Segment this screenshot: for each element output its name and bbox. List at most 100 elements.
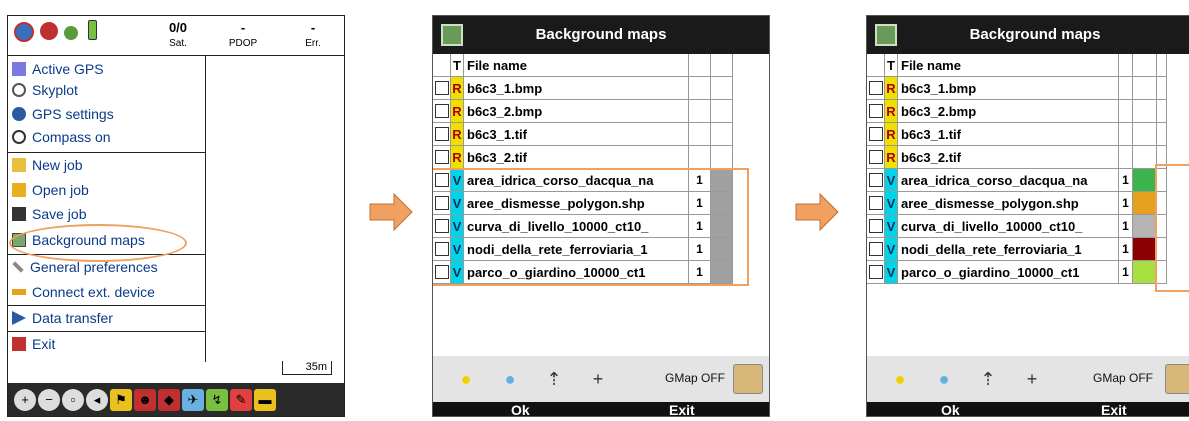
flag-icon[interactable]: ⚑ [110,388,132,411]
layer-index: 1 [1119,192,1133,215]
table-header: T File name [433,54,769,77]
gmap-icon[interactable] [733,364,763,394]
layer-checkbox[interactable] [867,77,885,100]
layer-checkbox[interactable] [433,146,451,169]
checkbox-box[interactable] [868,219,883,233]
menu-item-save-job[interactable]: Save job [12,204,204,224]
attach-up-icon[interactable]: ⇡ [543,367,565,391]
dialog-titlebar: Background maps [433,16,769,54]
table-row[interactable]: Vcurva_di_livello_10000_ct10_ 1 [867,215,1189,238]
gmap-icon[interactable] [1165,364,1189,394]
table-row[interactable]: Rb6c3_1.bmp [433,77,769,100]
zoom-prev-icon[interactable]: ◂ [86,388,108,411]
menu-item-active-gps[interactable]: Active GPS [12,59,204,79]
layer-checkbox[interactable] [867,238,885,261]
table-row[interactable]: Rb6c3_1.tif [433,123,769,146]
globe-icon [12,107,26,121]
gmap-toggle-label[interactable]: GMap OFF [1093,371,1153,385]
bulb-off-icon[interactable]: ● [933,367,955,391]
menu-item-open-job[interactable]: Open job [12,180,204,200]
edit-icon[interactable]: ✎ [230,388,252,411]
menu-item-skyplot[interactable]: Skyplot [12,80,204,100]
ruler-icon[interactable]: ▬ [254,388,276,411]
checkbox-box[interactable] [868,242,883,256]
exit-button[interactable]: Exit [1101,402,1127,416]
gmap-toggle-label[interactable]: GMap OFF [665,371,725,385]
ok-button[interactable]: Ok [511,402,530,416]
zoom-area-icon[interactable]: ▫ [62,388,84,411]
people-icon[interactable]: ☻ [134,388,156,411]
table-row[interactable]: Rb6c3_2.bmp [433,100,769,123]
menu-item-connect-device[interactable]: Connect ext. device [12,282,204,302]
wrench-icon [12,261,24,273]
checkbox-box[interactable] [434,104,449,118]
checkbox-box[interactable] [434,127,449,141]
layer-checkbox[interactable] [867,169,885,192]
exit-button[interactable]: Exit [669,402,695,416]
table-row[interactable]: Rb6c3_1.tif [867,123,1189,146]
layer-index [1119,123,1133,146]
menu-item-data-transfer[interactable]: Data transfer [12,308,204,328]
bulb-off-icon[interactable]: ● [499,367,521,391]
checkbox-box[interactable] [868,150,883,164]
layer-color-swatch[interactable] [1133,100,1157,123]
layer-color-swatch[interactable] [1133,192,1157,215]
checkbox-box[interactable] [868,173,883,187]
table-row[interactable]: Varee_dismesse_polygon.shp 1 [867,192,1189,215]
checkbox-box[interactable] [868,127,883,141]
layer-index: 1 [1119,261,1133,284]
layer-checkbox[interactable] [867,261,885,284]
gps-status-bar: 0/0 Sat. - PDOP - Err. [8,16,344,56]
table-row[interactable]: Rb6c3_2.tif [433,146,769,169]
layer-checkbox[interactable] [867,215,885,238]
layer-index [689,146,711,169]
layer-checkbox[interactable] [867,100,885,123]
menu-item-gps-settings[interactable]: GPS settings [12,104,204,124]
layer-file-name: b6c3_1.bmp [898,77,1119,100]
table-row[interactable]: Vnodi_della_rete_ferroviaria_1 1 [867,238,1189,261]
layer-checkbox[interactable] [433,123,451,146]
table-row[interactable]: Vparco_o_giardino_10000_ct1 1 [867,261,1189,284]
table-row[interactable]: Rb6c3_2.bmp [867,100,1189,123]
attach-add-icon[interactable]: + [587,367,609,391]
attach-add-icon[interactable]: + [1021,367,1043,391]
skyplot-icon [12,83,26,97]
layer-color-swatch[interactable] [1133,215,1157,238]
layer-color-swatch[interactable] [1133,238,1157,261]
route-icon[interactable]: ↯ [206,388,228,411]
bulb-on-icon[interactable]: ● [889,367,911,391]
pin-icon[interactable]: ✈ [182,388,204,411]
attach-up-icon[interactable]: ⇡ [977,367,999,391]
zoom-in-icon[interactable]: + [14,388,36,411]
checkbox-box[interactable] [868,265,883,279]
layer-file-name: b6c3_1.bmp [464,77,689,100]
menu-item-label: New job [32,157,83,173]
checkbox-box[interactable] [868,196,883,210]
menu-item-exit[interactable]: Exit [12,334,204,354]
table-row[interactable]: Rb6c3_1.bmp [867,77,1189,100]
checkbox-box[interactable] [868,81,883,95]
layer-checkbox[interactable] [867,192,885,215]
gps-logo-icon[interactable] [14,22,34,42]
layer-color-swatch[interactable] [1133,146,1157,169]
table-row[interactable]: Varea_idrica_corso_dacqua_na 1 [867,169,1189,192]
header-col-b [711,54,733,77]
menu-item-compass[interactable]: Compass on [12,127,204,147]
table-row[interactable]: Rb6c3_2.tif [867,146,1189,169]
ok-button[interactable]: Ok [941,402,960,416]
checkbox-box[interactable] [434,81,449,95]
bulb-on-icon[interactable]: ● [455,367,477,391]
layer-checkbox[interactable] [433,100,451,123]
layer-color-swatch[interactable] [1133,261,1157,284]
layer-checkbox[interactable] [867,123,885,146]
menu-item-new-job[interactable]: New job [12,155,204,175]
layer-checkbox[interactable] [433,77,451,100]
zoom-out-icon[interactable]: − [38,388,60,411]
car-icon[interactable]: ◆ [158,388,180,411]
layer-color-swatch[interactable] [1133,169,1157,192]
layer-checkbox[interactable] [867,146,885,169]
checkbox-box[interactable] [868,104,883,118]
checkbox-box[interactable] [434,150,449,164]
layer-color-swatch[interactable] [1133,123,1157,146]
layer-color-swatch[interactable] [1133,77,1157,100]
